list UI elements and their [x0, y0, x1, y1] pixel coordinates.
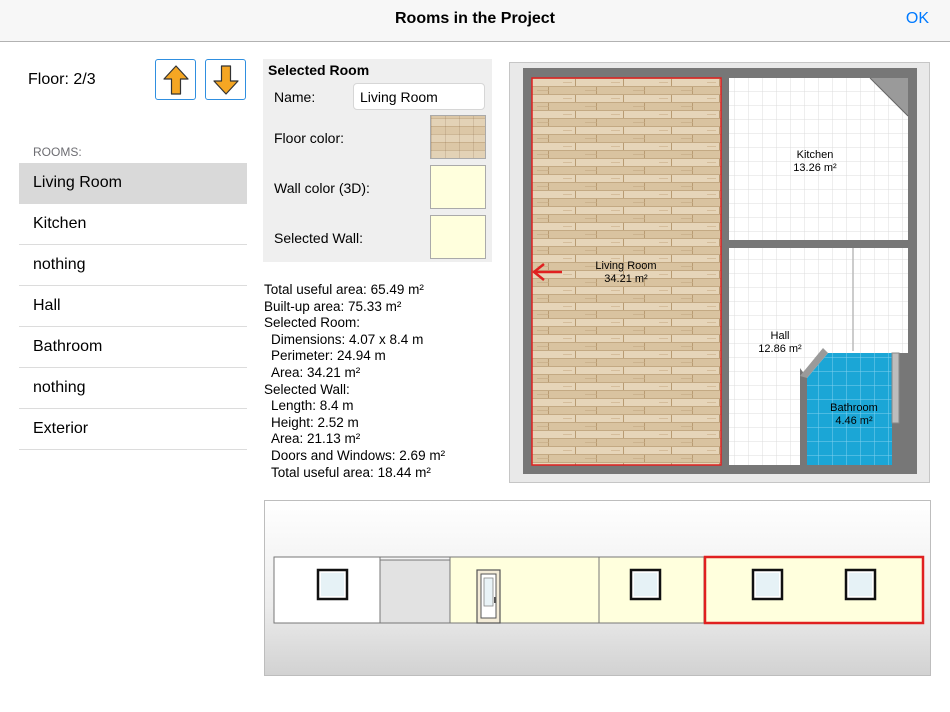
plan-area-hall: 12.86 m²	[758, 343, 802, 355]
stat-line: Height: 2.52 m	[271, 414, 359, 430]
door-icon	[476, 569, 501, 624]
stat-line: Built-up area: 75.33 m²	[264, 298, 402, 314]
room-name-input[interactable]	[353, 83, 485, 110]
floor-up-button[interactable]	[155, 59, 196, 100]
room-item-label: Exterior	[33, 420, 89, 437]
selected-room-title: Selected Room	[268, 62, 370, 78]
stat-line: Length: 8.4 m	[271, 398, 354, 414]
wall-color-label: Wall color (3D):	[274, 180, 370, 196]
window-icon	[316, 568, 349, 601]
floor-down-button[interactable]	[205, 59, 246, 100]
stat-line: Dimensions: 4.07 x 8.4 m	[271, 331, 424, 347]
arrow-up-icon	[162, 64, 189, 95]
room-item-label: Hall	[33, 297, 61, 314]
room-list: Living Room Kitchen nothing Hall Bathroo…	[19, 163, 247, 450]
stat-line: Selected Wall:	[264, 381, 350, 397]
selected-wall-segment[interactable]	[703, 555, 925, 625]
selected-room-panel: Selected Room Name: Floor color: Wall co…	[263, 59, 492, 262]
selected-wall-color-swatch[interactable]	[430, 215, 486, 259]
plan-area-kitchen: 13.26 m²	[793, 162, 837, 174]
wall-segment[interactable]	[449, 556, 600, 624]
stat-line: Area: 21.13 m²	[271, 431, 361, 447]
room-item-label: Living Room	[33, 174, 122, 191]
ok-button[interactable]: OK	[906, 10, 929, 28]
plan-label-hall: Hall	[771, 330, 790, 342]
wall-elevation-drawing	[273, 555, 925, 625]
arrow-down-icon	[212, 64, 239, 95]
room-item-nothing[interactable]: nothing	[19, 245, 247, 286]
area-stats: Total useful area: 65.49 m² Built-up are…	[264, 282, 445, 481]
room-item-label: Bathroom	[33, 338, 103, 355]
room-item-label: nothing	[33, 256, 86, 273]
plan-label-living-room: Living Room	[595, 260, 656, 272]
window-icon	[844, 568, 877, 601]
window-icon	[629, 568, 662, 601]
stat-line: Selected Room:	[264, 315, 361, 331]
stat-line: Total useful area: 65.49 m²	[264, 282, 424, 297]
floor-color-swatch[interactable]	[430, 115, 486, 159]
room-item-exterior[interactable]: Exterior	[19, 409, 247, 450]
floor-plan-drawing: Living Room 34.21 m² Kitchen 13.26 m² Ha…	[523, 68, 917, 474]
selected-wall-label: Selected Wall:	[274, 230, 363, 246]
rooms-header: ROOMS:	[33, 145, 82, 159]
room-item-label: Kitchen	[33, 215, 87, 232]
stat-line: Perimeter: 24.94 m	[271, 348, 386, 364]
window-icon	[751, 568, 784, 601]
room-item-label: nothing	[33, 379, 86, 396]
plan-label-kitchen: Kitchen	[797, 149, 834, 161]
stat-line: Doors and Windows: 2.69 m²	[271, 447, 446, 463]
navigation-bar: Rooms in the Project OK	[0, 0, 950, 42]
name-label: Name:	[274, 89, 316, 105]
page-title: Rooms in the Project	[394, 10, 556, 27]
plan-area-living-room: 34.21 m²	[604, 273, 648, 285]
wall-elevation-view[interactable]	[264, 500, 931, 676]
stat-line: Total useful area: 18.44 m²	[271, 464, 431, 480]
plan-area-bathroom: 4.46 m²	[835, 415, 873, 427]
floor-color-label: Floor color:	[274, 130, 345, 146]
room-item-living-room[interactable]: Living Room	[19, 163, 247, 204]
room-item-nothing-2[interactable]: nothing	[19, 368, 247, 409]
wall-segment[interactable]	[379, 559, 451, 624]
floor-label: Floor: 2/3	[28, 71, 96, 88]
plan-label-bathroom: Bathroom	[830, 402, 878, 414]
room-item-hall[interactable]: Hall	[19, 286, 247, 327]
floor-plan[interactable]: Living Room 34.21 m² Kitchen 13.26 m² Ha…	[509, 62, 930, 483]
room-item-bathroom[interactable]: Bathroom	[19, 327, 247, 368]
stat-line: Area: 34.21 m²	[271, 364, 361, 380]
room-item-kitchen[interactable]: Kitchen	[19, 204, 247, 245]
wall-color-swatch[interactable]	[430, 165, 486, 209]
